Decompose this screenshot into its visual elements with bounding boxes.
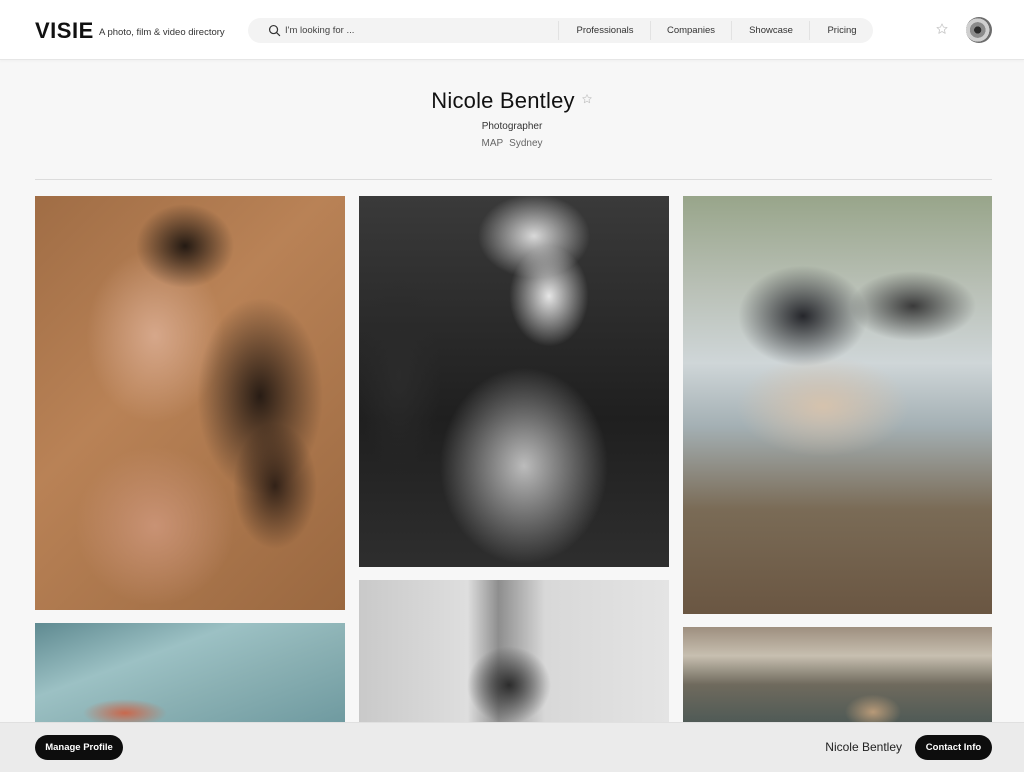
gallery-photo-pool[interactable]: [35, 623, 345, 723]
gallery-photo-woman-on-bench[interactable]: [683, 196, 992, 614]
profile-footer-bar: Manage Profile Nicole Bentley Contact In…: [0, 722, 1024, 772]
search-input[interactable]: [285, 22, 555, 39]
nav-pricing[interactable]: Pricing: [811, 18, 873, 43]
footer-profile-name: Nicole Bentley: [825, 740, 902, 754]
top-header: VISIE A photo, film & video directory Pr…: [0, 0, 1024, 60]
map-link[interactable]: MAP: [481, 138, 503, 149]
search-icon[interactable]: [268, 24, 281, 37]
profile-role: Photographer: [481, 121, 543, 132]
gallery-photo-silver-dress[interactable]: [359, 196, 669, 567]
manage-profile-button[interactable]: Manage Profile: [35, 735, 123, 760]
gallery-photo-lake[interactable]: [683, 627, 992, 723]
user-avatar[interactable]: [966, 17, 992, 43]
visie-logo[interactable]: VISIE: [35, 18, 94, 44]
nav-divider: [731, 21, 732, 40]
favorites-star-icon[interactable]: [935, 22, 949, 36]
nav-divider: [558, 21, 559, 40]
gallery-photo-bw-portrait[interactable]: [359, 580, 669, 723]
profile-name: Nicole Bentley: [431, 88, 575, 113]
profile-divider: [35, 179, 992, 180]
contact-info-button[interactable]: Contact Info: [915, 735, 992, 760]
location-text: Sydney: [509, 138, 543, 149]
site-tagline: A photo, film & video directory: [99, 27, 225, 38]
profile-location-row: MAP Sydney: [0, 138, 1024, 149]
favorite-star-icon[interactable]: [581, 93, 593, 105]
nav-professionals[interactable]: Professionals: [560, 18, 650, 43]
search-bar: Professionals Companies Showcase Pricing: [248, 18, 873, 43]
nav-showcase[interactable]: Showcase: [733, 18, 809, 43]
nav-divider: [809, 21, 810, 40]
nav-divider: [650, 21, 651, 40]
nav-companies[interactable]: Companies: [652, 18, 730, 43]
profile-name-row: Nicole Bentley: [0, 88, 1024, 114]
gallery-photo-portrait-wet-hair[interactable]: [35, 196, 345, 610]
